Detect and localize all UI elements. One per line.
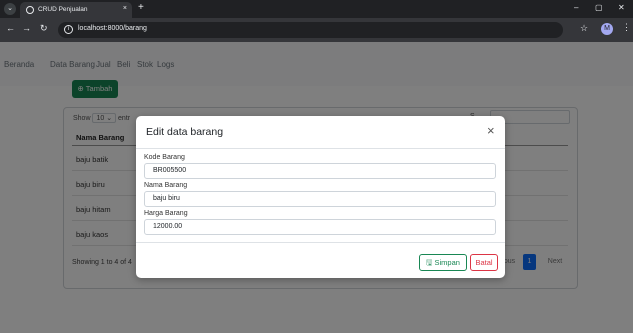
minimize-icon[interactable]: – <box>574 3 578 12</box>
kode-barang-field[interactable]: BR005500 <box>144 163 496 179</box>
modal-footer-divider <box>136 242 505 243</box>
new-tab-icon[interactable]: + <box>138 2 144 13</box>
browser-tab[interactable]: CRUD Penjualan × <box>20 2 132 18</box>
address-bar-row: ← → ↻ i localhost:8000/barang ☆ M ⋮ <box>0 18 633 42</box>
modal-title: Edit data barang <box>146 126 224 138</box>
tab-close-icon[interactable]: × <box>123 5 127 12</box>
tab-title: CRUD Penjualan <box>38 6 88 13</box>
forward-icon[interactable]: → <box>22 23 31 33</box>
profile-avatar[interactable]: M <box>601 23 613 35</box>
nama-barang-field[interactable]: baju biru <box>144 191 496 207</box>
url-text: localhost:8000/barang <box>78 25 147 32</box>
save-button-label: Simpan <box>434 258 460 267</box>
window-close-icon[interactable]: ✕ <box>618 3 625 12</box>
url-input[interactable]: i localhost:8000/barang <box>58 22 563 38</box>
close-icon[interactable]: × <box>487 123 495 138</box>
modal-header: Edit data barang × <box>136 116 505 149</box>
site-info-icon[interactable]: i <box>64 25 73 34</box>
back-icon[interactable]: ← <box>6 23 15 33</box>
tab-search-icon[interactable]: ⌄ <box>4 3 16 15</box>
favicon-icon <box>26 6 34 14</box>
kode-barang-label: Kode Barang <box>144 154 185 161</box>
cancel-button[interactable]: Batal <box>470 254 498 271</box>
harga-barang-label: Harga Barang <box>144 210 188 217</box>
nama-barang-label: Nama Barang <box>144 182 188 189</box>
save-icon: 🖫 <box>426 258 433 267</box>
bookmark-star-icon[interactable]: ☆ <box>580 23 588 34</box>
save-button[interactable]: 🖫 Simpan <box>419 254 467 271</box>
reload-icon[interactable]: ↻ <box>40 23 48 34</box>
browser-menu-icon[interactable]: ⋮ <box>622 22 631 33</box>
maximize-icon[interactable]: ▢ <box>595 3 603 12</box>
edit-modal: Edit data barang × Kode Barang BR005500 … <box>136 116 505 278</box>
harga-barang-field[interactable]: 12000.00 <box>144 219 496 235</box>
browser-tab-bar: ⌄ CRUD Penjualan × + – ▢ ✕ <box>0 0 633 18</box>
